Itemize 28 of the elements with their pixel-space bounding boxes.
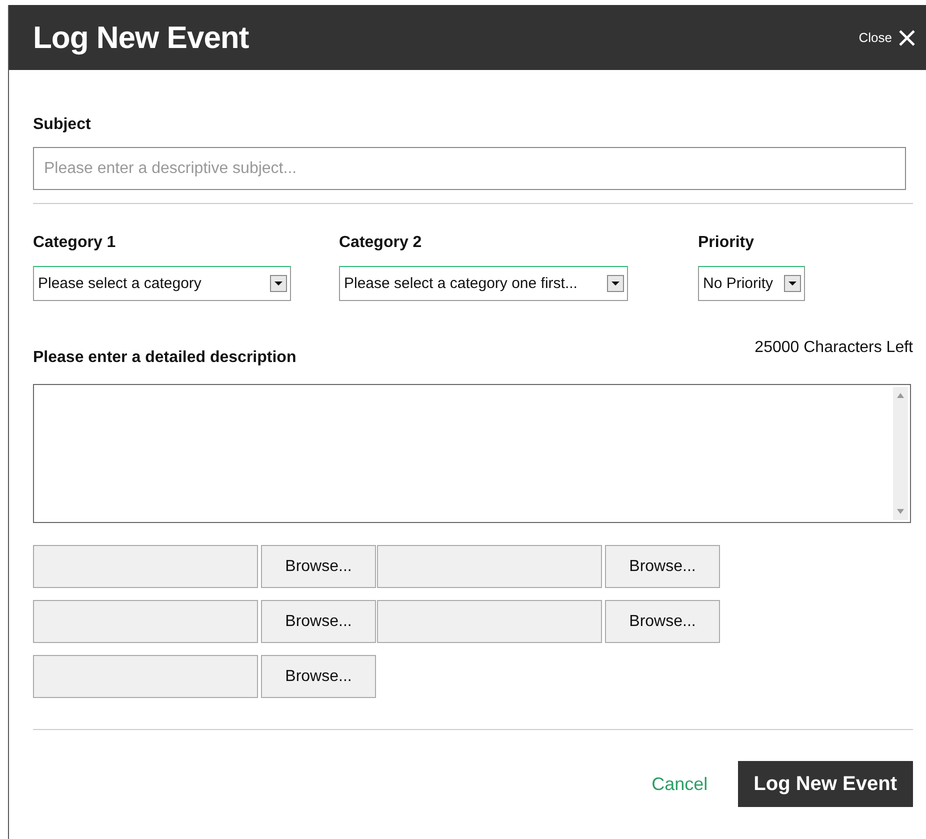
file-path-field[interactable]	[33, 600, 258, 643]
select-label: Category 1	[33, 234, 117, 252]
file-path-field[interactable]	[33, 545, 258, 588]
browse-button[interactable]: Browse...	[261, 545, 376, 588]
select-label: Priority	[698, 234, 756, 252]
select-label: Category 2	[339, 234, 423, 252]
file-path-field[interactable]	[377, 545, 602, 588]
character-counter: 25000 Characters Left	[754, 339, 913, 357]
select-dropdown[interactable]: Please select a category one first...	[339, 266, 628, 301]
file-path-field[interactable]	[33, 655, 258, 698]
browse-button[interactable]: Browse...	[261, 655, 376, 698]
file-path-field[interactable]	[377, 600, 602, 643]
close-button[interactable]: Close	[858, 28, 916, 46]
browse-button[interactable]: Browse...	[605, 545, 720, 588]
browse-button[interactable]: Browse...	[605, 600, 720, 643]
submit-button[interactable]: Log New Event	[738, 761, 913, 807]
description-label: Please enter a detailed description	[33, 349, 296, 367]
browse-button[interactable]: Browse...	[261, 600, 376, 643]
subject-label: Subject	[33, 116, 92, 134]
scrollbar[interactable]	[893, 387, 908, 520]
select-dropdown[interactable]: Please select a category	[33, 266, 291, 301]
select-dropdown[interactable]: No Priority	[698, 266, 805, 301]
description-field[interactable]	[33, 384, 911, 523]
scroll-up-icon	[897, 393, 904, 398]
close-icon	[898, 28, 916, 46]
dialog-title: Log New Event	[33, 20, 249, 56]
scroll-down-icon	[897, 509, 904, 514]
subject-field[interactable]: Please enter a descriptive subject...	[33, 147, 906, 190]
